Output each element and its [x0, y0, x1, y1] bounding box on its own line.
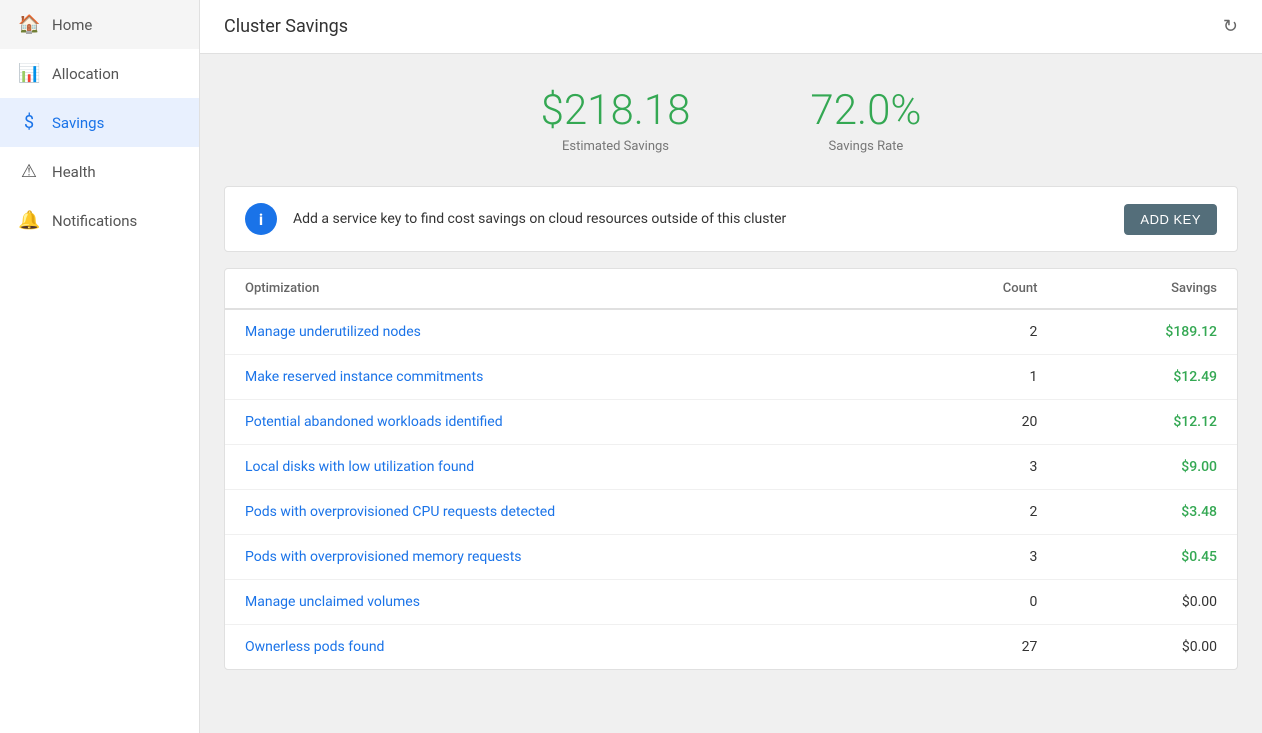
- col-savings: Savings: [1057, 269, 1237, 309]
- info-banner: i Add a service key to find cost savings…: [224, 186, 1238, 252]
- count-cell-2: 20: [911, 400, 1057, 445]
- sidebar-item-notifications[interactable]: 🔔 Notifications: [0, 196, 199, 245]
- savings-rate-value: 72.0%: [810, 86, 921, 135]
- savings-cell-4: $3.48: [1057, 490, 1237, 535]
- count-cell-7: 27: [911, 625, 1057, 670]
- savings-cell-2: $12.12: [1057, 400, 1237, 445]
- savings-cell-7: $0.00: [1057, 625, 1237, 670]
- col-count: Count: [911, 269, 1057, 309]
- table-row: Manage underutilized nodes2$189.12: [225, 309, 1237, 355]
- sidebar-item-label-allocation: Allocation: [52, 65, 119, 83]
- sidebar-item-health[interactable]: ⚠ Health: [0, 147, 199, 196]
- count-cell-5: 3: [911, 535, 1057, 580]
- count-cell-1: 1: [911, 355, 1057, 400]
- optimization-link-3[interactable]: Local disks with low utilization found: [225, 445, 911, 490]
- optimization-link-5[interactable]: Pods with overprovisioned memory request…: [225, 535, 911, 580]
- refresh-button[interactable]: ↻: [1223, 16, 1238, 37]
- count-cell-3: 3: [911, 445, 1057, 490]
- optimization-link-7[interactable]: Ownerless pods found: [225, 625, 911, 670]
- optimization-link-2[interactable]: Potential abandoned workloads identified: [225, 400, 911, 445]
- sidebar-item-label-savings: Savings: [52, 114, 104, 132]
- home-icon: 🏠: [18, 14, 40, 35]
- page-title: Cluster Savings: [224, 16, 348, 37]
- summary-section: $218.18 Estimated Savings 72.0% Savings …: [200, 54, 1262, 186]
- add-key-button[interactable]: ADD KEY: [1124, 204, 1217, 235]
- header: Cluster Savings ↻: [200, 0, 1262, 54]
- count-cell-0: 2: [911, 309, 1057, 355]
- count-cell-6: 0: [911, 580, 1057, 625]
- allocation-icon: 📊: [18, 63, 40, 84]
- health-icon: ⚠: [18, 161, 40, 182]
- savings-cell-1: $12.49: [1057, 355, 1237, 400]
- sidebar-item-allocation[interactable]: 📊 Allocation: [0, 49, 199, 98]
- savings-cell-6: $0.00: [1057, 580, 1237, 625]
- sidebar-item-label-home: Home: [52, 16, 92, 34]
- sidebar-item-savings[interactable]: $ Savings: [0, 98, 199, 147]
- col-optimization: Optimization: [225, 269, 911, 309]
- savings-cell-3: $9.00: [1057, 445, 1237, 490]
- optimization-link-1[interactable]: Make reserved instance commitments: [225, 355, 911, 400]
- table-row: Pods with overprovisioned CPU requests d…: [225, 490, 1237, 535]
- sidebar-item-home[interactable]: 🏠 Home: [0, 0, 199, 49]
- count-cell-4: 2: [911, 490, 1057, 535]
- table-row: Ownerless pods found27$0.00: [225, 625, 1237, 670]
- table-row: Make reserved instance commitments1$12.4…: [225, 355, 1237, 400]
- estimated-savings: $218.18 Estimated Savings: [541, 86, 691, 154]
- savings-rate: 72.0% Savings Rate: [810, 86, 921, 154]
- estimated-savings-label: Estimated Savings: [541, 139, 691, 154]
- notifications-icon: 🔔: [18, 210, 40, 231]
- table-row: Local disks with low utilization found3$…: [225, 445, 1237, 490]
- estimated-savings-value: $218.18: [541, 86, 691, 135]
- optimizations-table: Optimization Count Savings Manage underu…: [225, 269, 1237, 669]
- savings-cell-0: $189.12: [1057, 309, 1237, 355]
- banner-text: Add a service key to find cost savings o…: [293, 211, 1108, 227]
- optimization-link-4[interactable]: Pods with overprovisioned CPU requests d…: [225, 490, 911, 535]
- optimization-link-6[interactable]: Manage unclaimed volumes: [225, 580, 911, 625]
- main-content: Cluster Savings ↻ $218.18 Estimated Savi…: [200, 0, 1262, 733]
- optimizations-table-container: Optimization Count Savings Manage underu…: [224, 268, 1238, 670]
- savings-icon: $: [18, 112, 40, 133]
- table-row: Potential abandoned workloads identified…: [225, 400, 1237, 445]
- savings-rate-label: Savings Rate: [810, 139, 921, 154]
- info-icon: i: [245, 203, 277, 235]
- table-row: Pods with overprovisioned memory request…: [225, 535, 1237, 580]
- table-row: Manage unclaimed volumes0$0.00: [225, 580, 1237, 625]
- optimization-link-0[interactable]: Manage underutilized nodes: [225, 309, 911, 355]
- sidebar: 🏠 Home 📊 Allocation $ Savings ⚠ Health 🔔 Notifica…: [0, 0, 200, 733]
- table-header-row: Optimization Count Savings: [225, 269, 1237, 309]
- sidebar-item-label-notifications: Notifications: [52, 212, 137, 230]
- savings-cell-5: $0.45: [1057, 535, 1237, 580]
- sidebar-item-label-health: Health: [52, 163, 96, 181]
